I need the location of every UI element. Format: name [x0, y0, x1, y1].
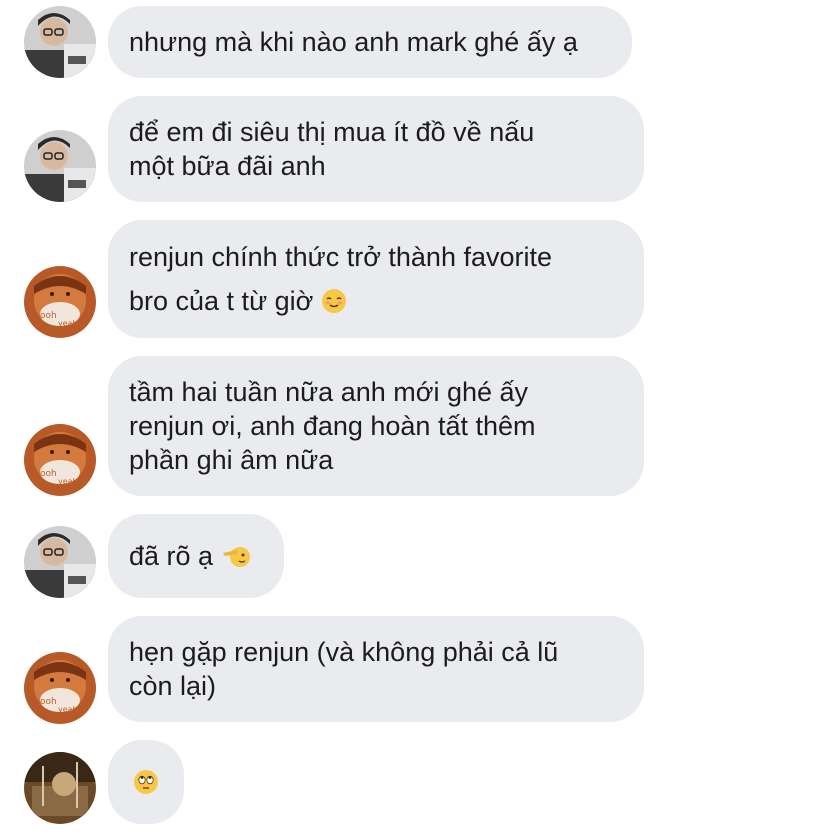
message-text: đã rõ ạ — [129, 539, 260, 573]
message-bubble[interactable]: nhưng mà khi nào anh mark ghé ấy ạ — [108, 6, 632, 78]
avatar-renjun[interactable]: ooh yeah — [24, 424, 96, 496]
avatar-photo-renjun-icon: ooh yeah — [24, 652, 96, 724]
svg-text:yeah: yeah — [58, 705, 78, 714]
avatar-renjun[interactable]: ooh yeah — [24, 266, 96, 338]
smiling-blush-emoji-icon — [321, 288, 347, 314]
avatar-photo-mark-icon — [24, 130, 96, 202]
message-bubble[interactable]: đã rõ ạ — [108, 514, 284, 598]
eye-roll-emoji-icon — [133, 769, 159, 795]
message-text-part: bro của t từ giờ — [129, 286, 314, 316]
message-text: bro của t từ giờ — [129, 284, 620, 318]
avatar-photo-renjun-icon: ooh yeah — [24, 266, 96, 338]
svg-text:ooh: ooh — [40, 469, 57, 479]
message-bubble[interactable]: để em đi siêu thị mua ít đồ về nấu một b… — [108, 96, 644, 202]
avatar-photo-mark-icon — [24, 6, 96, 78]
message-bubble[interactable]: hẹn gặp renjun (và không phải cả lũ còn … — [108, 616, 644, 722]
avatar-third[interactable] — [24, 752, 96, 824]
message-bubble[interactable]: tầm hai tuần nữa anh mới ghé ấy renjun ơ… — [108, 356, 644, 496]
message-text: renjun ơi, anh đang hoàn tất thêm — [129, 411, 536, 441]
avatar-photo-mark-icon — [24, 526, 96, 598]
message-text: một bữa đãi anh — [129, 151, 326, 181]
message-text: còn lại) — [129, 671, 217, 701]
message-bubble[interactable]: renjun chính thức trở thành favorite bro… — [108, 220, 644, 338]
message-text: tầm hai tuần nữa anh mới ghé ấy — [129, 377, 529, 407]
avatar-renjun[interactable]: ooh yeah — [24, 652, 96, 724]
salute-emoji-icon — [221, 543, 251, 569]
svg-text:ooh: ooh — [40, 311, 57, 321]
svg-text:yeah: yeah — [58, 477, 78, 486]
message-text: renjun chính thức trở thành favorite — [129, 242, 553, 272]
message-text: hẹn gặp renjun (và không phải cả lũ — [129, 637, 559, 667]
message-text: nhưng mà khi nào anh mark ghé ấy ạ — [129, 27, 578, 57]
svg-text:ooh: ooh — [40, 697, 57, 707]
avatar-mark[interactable] — [24, 130, 96, 202]
avatar-mark[interactable] — [24, 6, 96, 78]
message-text: để em đi siêu thị mua ít đồ về nấu — [129, 117, 535, 147]
message-text-part: đã rõ ạ — [129, 541, 214, 571]
avatar-mark[interactable] — [24, 526, 96, 598]
message-bubble[interactable] — [108, 740, 184, 824]
svg-text:yeah: yeah — [58, 319, 78, 328]
message-text: phần ghi âm nữa — [129, 445, 334, 475]
avatar-photo-third-icon — [24, 752, 96, 824]
avatar-photo-renjun-icon: ooh yeah — [24, 424, 96, 496]
